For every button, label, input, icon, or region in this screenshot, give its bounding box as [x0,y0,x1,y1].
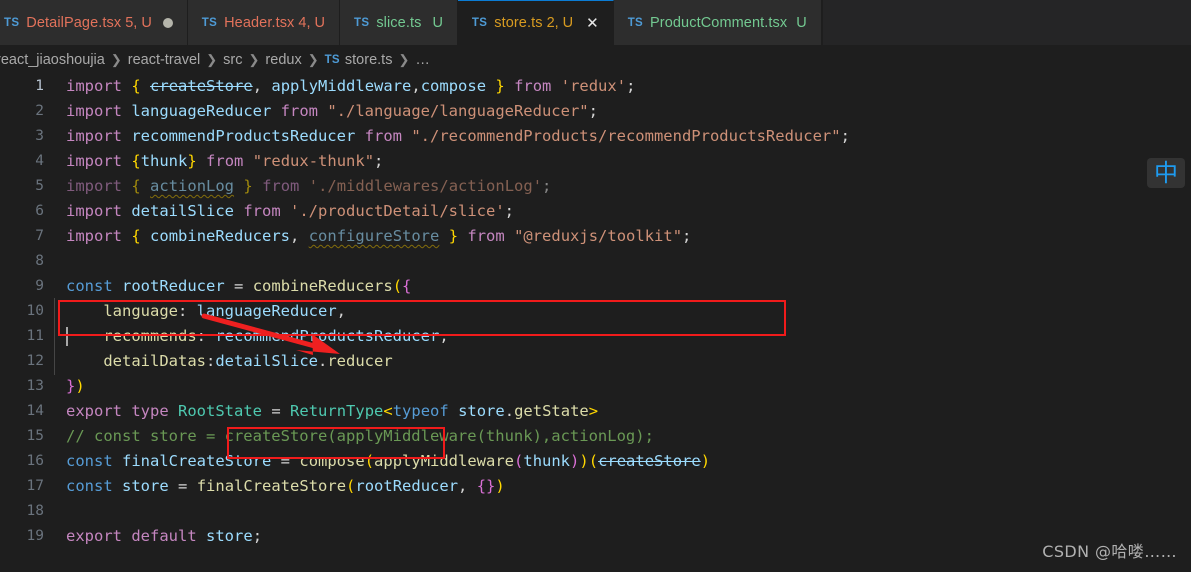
line-content[interactable]: const finalCreateStore = compose(applyMi… [44,449,710,474]
code-line: 1 import { createStore, applyMiddleware,… [0,74,1191,99]
line-number: 8 [35,253,44,269]
code-line: 19 export default store; [0,524,1191,549]
line-content[interactable]: import {thunk} from "redux-thunk"; [44,149,383,174]
code-editor[interactable]: 1 import { createStore, applyMiddleware,… [0,74,1191,572]
line-number: 12 [26,353,44,369]
line-number: 5 [35,178,44,194]
breadcrumb-item-react-travel[interactable]: react-travel [128,52,201,68]
line-content[interactable]: const rootReducer = combineReducers({ [44,274,411,299]
line-number: 18 [26,503,44,519]
line-content[interactable]: // const store = createStore(applyMiddle… [44,424,654,449]
line-number: 13 [26,378,44,394]
tab-badge: U [796,14,807,31]
tab-label: store.ts [494,15,543,31]
line-number: 16 [26,453,44,469]
tab-bar-empty-space [821,0,1191,45]
editor-tab-bar: TS DetailPage.tsx 5, U TS Header.tsx 4, … [0,0,1191,45]
chevron-right-icon: ❯ [398,51,410,67]
line-content[interactable]: detailDatas:detailSlice.reducer [44,348,393,375]
chevron-right-icon: ❯ [206,51,218,67]
breadcrumb-item-redux[interactable]: redux [265,52,301,68]
line-number: 11 [26,328,44,344]
line-content[interactable]: import detailSlice from './productDetail… [44,199,514,224]
chevron-right-icon: ❯ [307,51,319,67]
code-line: 16 const finalCreateStore = compose(appl… [0,449,1191,474]
tab-slice-ts[interactable]: TS slice.ts U [340,0,458,45]
chevron-right-icon: ❯ [248,51,260,67]
tab-detailpage-tsx[interactable]: TS DetailPage.tsx 5, U [0,0,188,45]
code-line: 14 export type RootState = ReturnType<ty… [0,399,1191,424]
line-number: 7 [35,228,44,244]
line-number: 17 [26,478,44,494]
tab-store-ts[interactable]: TS store.ts 2, U ✕ [457,0,614,45]
line-content[interactable]: language: languageReducer, [44,298,346,325]
line-number: 6 [35,203,44,219]
code-line: 9 const rootReducer = combineReducers({ [0,274,1191,299]
line-number: 3 [35,128,44,144]
ts-file-icon: TS [354,16,370,29]
code-line: 15 // const store = createStore(applyMid… [0,424,1191,449]
line-content[interactable]: recommends: recommendProductsReducer, [44,323,449,350]
line-content[interactable]: import { createStore, applyMiddleware,co… [44,74,635,99]
code-line: 8 [0,249,1191,274]
tab-label: slice.ts [376,14,422,31]
breadcrumb: react_jiaoshoujia ❯ react-travel ❯ src ❯… [0,45,1191,74]
ts-file-icon: TS [627,16,644,29]
tab-badge: 2, U [546,15,574,31]
line-content[interactable]: export type RootState = ReturnType<typeo… [44,399,598,424]
tab-label: Header.tsx [224,14,295,31]
ts-file-icon: TS [4,16,20,29]
line-content[interactable]: const store = finalCreateStore(rootReduc… [44,474,505,499]
code-line: 6 import detailSlice from './productDeta… [0,199,1191,224]
text-cursor [66,327,68,346]
unsaved-dot-icon[interactable] [162,17,173,28]
code-line: 3 import recommendProductsReducer from "… [0,124,1191,149]
code-line: 10 language: languageReducer, [0,298,1191,325]
tab-badge: U [432,14,443,31]
close-icon[interactable]: ✕ [586,16,599,31]
tab-header-tsx[interactable]: TS Header.tsx 4, U [187,0,341,45]
line-number: 19 [26,528,44,544]
ts-file-icon: TS [471,17,488,29]
chevron-right-icon: ❯ [110,51,122,67]
code-line: 17 const store = finalCreateStore(rootRe… [0,474,1191,499]
line-number: 4 [35,153,44,169]
breadcrumb-item-overflow[interactable]: … [415,52,430,68]
line-number: 1 [35,78,44,94]
code-line: 18 [0,499,1191,524]
line-content[interactable]: export default store; [44,524,262,549]
breadcrumb-item-project[interactable]: react_jiaoshoujia [0,52,105,68]
line-number: 15 [26,428,44,444]
tab-badge: 4, U [298,14,326,31]
code-content[interactable]: 1 import { createStore, applyMiddleware,… [0,74,1191,549]
breadcrumb-item-store-ts[interactable]: store.ts [345,52,393,68]
line-content[interactable]: import { combineReducers, configureStore… [44,224,691,249]
tab-productcomment-tsx[interactable]: TS ProductComment.tsx U [613,0,822,45]
tab-label: ProductComment.tsx [650,14,788,31]
line-number: 2 [35,103,44,119]
code-line: 12 detailDatas:detailSlice.reducer [0,348,1191,375]
line-number: 10 [26,303,44,319]
breadcrumb-item-src[interactable]: src [223,52,242,68]
line-content[interactable]: import recommendProductsReducer from "./… [44,124,850,149]
tab-badge: 5, U [125,14,152,31]
ts-file-icon: TS [324,53,340,66]
code-line: 4 import {thunk} from "redux-thunk"; [0,149,1191,174]
ts-file-icon: TS [201,16,218,29]
code-line: 13 }) [0,374,1191,399]
line-content[interactable]: }) [44,374,85,399]
code-line: 7 import { combineReducers, configureSto… [0,224,1191,249]
vscode-window: TS DetailPage.tsx 5, U TS Header.tsx 4, … [0,0,1191,572]
line-content[interactable]: import languageReducer from "./language/… [44,99,598,124]
code-line: 2 import languageReducer from "./languag… [0,99,1191,124]
line-number: 9 [35,278,44,294]
watermark: CSDN @哈喽…… [1042,542,1177,561]
line-content[interactable]: import { actionLog } from './middlewares… [44,174,551,199]
line-number: 14 [26,403,44,419]
code-line: 11 recommends: recommendProductsReducer, [0,323,1191,350]
code-line: 5 import { actionLog } from './middlewar… [0,174,1191,199]
chinese-input-mode-icon[interactable]: 中 [1147,158,1185,188]
tab-label: DetailPage.tsx [26,14,122,31]
